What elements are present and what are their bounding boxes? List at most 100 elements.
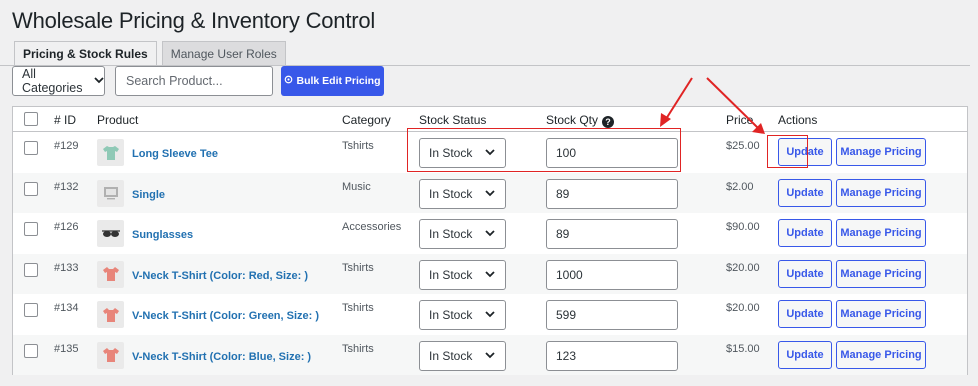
- sunglasses-icon: [97, 220, 124, 247]
- stock-qty-input[interactable]: [546, 138, 678, 168]
- product-category: Tshirts: [342, 261, 374, 274]
- table-row: #133 V-Neck T-Shirt (Color: Red, Size: )…: [13, 253, 967, 294]
- bulk-edit-pricing-label: Bulk Edit Pricing: [296, 75, 381, 87]
- tab-manage-user-roles[interactable]: Manage User Roles: [161, 41, 286, 66]
- stock-qty-input[interactable]: [546, 300, 678, 330]
- table-body: #129 Long Sleeve Tee Tshirts In Stock $2…: [13, 132, 967, 375]
- manage-pricing-button[interactable]: Manage Pricing: [836, 300, 926, 328]
- product-id: #133: [54, 261, 79, 274]
- row-checkbox[interactable]: [24, 222, 38, 236]
- product-category: Accessories: [342, 221, 402, 233]
- stock-qty-input[interactable]: [546, 259, 678, 290]
- product-category: Tshirts: [342, 342, 374, 355]
- product-id: #132: [54, 180, 79, 193]
- update-button[interactable]: Update: [778, 138, 832, 166]
- toolbar: All Categories Bulk Edit Pricing: [12, 66, 384, 96]
- product-name-link[interactable]: V-Neck T-Shirt (Color: Green, Size: ): [132, 310, 319, 322]
- column-header-price[interactable]: Price: [726, 113, 753, 127]
- product-price: $20.00: [726, 261, 760, 274]
- products-table: # ID Product Category Stock Status Stock…: [12, 106, 968, 375]
- chevron-down-icon: [485, 309, 495, 321]
- update-button[interactable]: Update: [778, 219, 832, 247]
- product-name-link[interactable]: V-Neck T-Shirt (Color: Red, Size: ): [132, 270, 308, 282]
- update-button[interactable]: Update: [778, 300, 832, 328]
- product-category: Tshirts: [342, 302, 374, 314]
- stock-status-select[interactable]: In Stock: [419, 340, 506, 371]
- tab-pricing-stock-rules[interactable]: Pricing & Stock Rules: [14, 41, 157, 66]
- shirt-icon: [97, 139, 124, 166]
- stock-status-value: In Stock: [429, 267, 473, 282]
- product-id: #129: [54, 140, 79, 152]
- stock-qty-input[interactable]: [546, 219, 678, 249]
- product-id: #126: [54, 221, 79, 233]
- help-icon[interactable]: ?: [602, 116, 615, 128]
- stock-status-select[interactable]: In Stock: [419, 178, 506, 209]
- tab-bar: Pricing & Stock Rules Manage User Roles: [14, 41, 291, 66]
- column-header-stock-status[interactable]: Stock Status: [419, 113, 486, 127]
- product-price: $20.00: [726, 302, 760, 314]
- tshirt-icon: [97, 260, 124, 288]
- row-checkbox[interactable]: [24, 343, 38, 358]
- manage-pricing-button[interactable]: Manage Pricing: [836, 259, 926, 288]
- bulk-edit-pricing-button[interactable]: Bulk Edit Pricing: [281, 66, 384, 96]
- tshirt-icon: [97, 301, 124, 328]
- product-name-link[interactable]: V-Neck T-Shirt (Color: Blue, Size: ): [132, 351, 311, 363]
- category-select-value: All Categories: [22, 67, 83, 95]
- chevron-down-icon: [485, 147, 495, 159]
- table-header: # ID Product Category Stock Status Stock…: [13, 107, 967, 132]
- product-id: #134: [54, 302, 79, 314]
- column-header-id[interactable]: # ID: [54, 113, 76, 127]
- product-category: Tshirts: [342, 140, 374, 152]
- column-header-category[interactable]: Category: [342, 113, 391, 127]
- update-button[interactable]: Update: [778, 259, 832, 288]
- stock-status-value: In Stock: [429, 146, 473, 160]
- manage-pricing-button[interactable]: Manage Pricing: [836, 219, 926, 247]
- product-name-link[interactable]: Sunglasses: [132, 229, 193, 241]
- select-all-checkbox[interactable]: [24, 112, 38, 126]
- product-price: $90.00: [726, 221, 760, 233]
- table-row: #129 Long Sleeve Tee Tshirts In Stock $2…: [13, 132, 967, 173]
- table-row: #132 Single Music In Stock $2.00 Update …: [13, 172, 967, 213]
- update-button[interactable]: Update: [778, 340, 832, 369]
- chevron-down-icon: [485, 228, 495, 240]
- page-title: Wholesale Pricing & Inventory Control: [12, 8, 376, 33]
- row-checkbox[interactable]: [24, 181, 38, 196]
- search-input[interactable]: [115, 66, 273, 96]
- chevron-down-icon: [485, 350, 495, 362]
- stock-qty-input[interactable]: [546, 340, 678, 371]
- album-icon: [97, 179, 124, 207]
- chevron-down-icon: [94, 75, 104, 87]
- table-row: #134 V-Neck T-Shirt (Color: Green, Size:…: [13, 294, 967, 335]
- stock-status-select[interactable]: In Stock: [419, 138, 506, 168]
- column-header-actions: Actions: [778, 113, 818, 127]
- column-header-product[interactable]: Product: [97, 113, 138, 127]
- stock-status-value: In Stock: [429, 308, 473, 322]
- chevron-down-icon: [485, 269, 495, 281]
- stock-qty-label: Stock Qty: [546, 113, 599, 127]
- table-row: #135 V-Neck T-Shirt (Color: Blue, Size: …: [13, 334, 967, 375]
- product-name-link[interactable]: Long Sleeve Tee: [132, 148, 218, 160]
- tshirt-icon: [97, 341, 124, 369]
- stock-status-value: In Stock: [429, 227, 473, 241]
- category-select[interactable]: All Categories: [12, 66, 105, 96]
- stock-status-select[interactable]: In Stock: [419, 300, 506, 330]
- stock-status-select[interactable]: In Stock: [419, 219, 506, 249]
- product-id: #135: [54, 342, 79, 355]
- chevron-down-icon: [485, 188, 495, 200]
- update-button[interactable]: Update: [778, 178, 832, 207]
- stock-status-select[interactable]: In Stock: [419, 259, 506, 290]
- stock-qty-input[interactable]: [546, 178, 678, 209]
- product-name-link[interactable]: Single: [132, 189, 165, 201]
- product-category: Music: [342, 180, 371, 193]
- row-checkbox[interactable]: [24, 262, 38, 277]
- manage-pricing-button[interactable]: Manage Pricing: [836, 138, 926, 166]
- column-header-stock-qty[interactable]: Stock Qty?: [546, 113, 615, 128]
- table-row: #126 Sunglasses Accessories In Stock $90…: [13, 213, 967, 254]
- manage-pricing-button[interactable]: Manage Pricing: [836, 178, 926, 207]
- stock-status-value: In Stock: [429, 186, 473, 201]
- manage-pricing-button[interactable]: Manage Pricing: [836, 340, 926, 369]
- row-checkbox[interactable]: [24, 303, 38, 317]
- product-price: $2.00: [726, 180, 754, 193]
- row-checkbox[interactable]: [24, 141, 38, 155]
- product-price: $15.00: [726, 342, 760, 355]
